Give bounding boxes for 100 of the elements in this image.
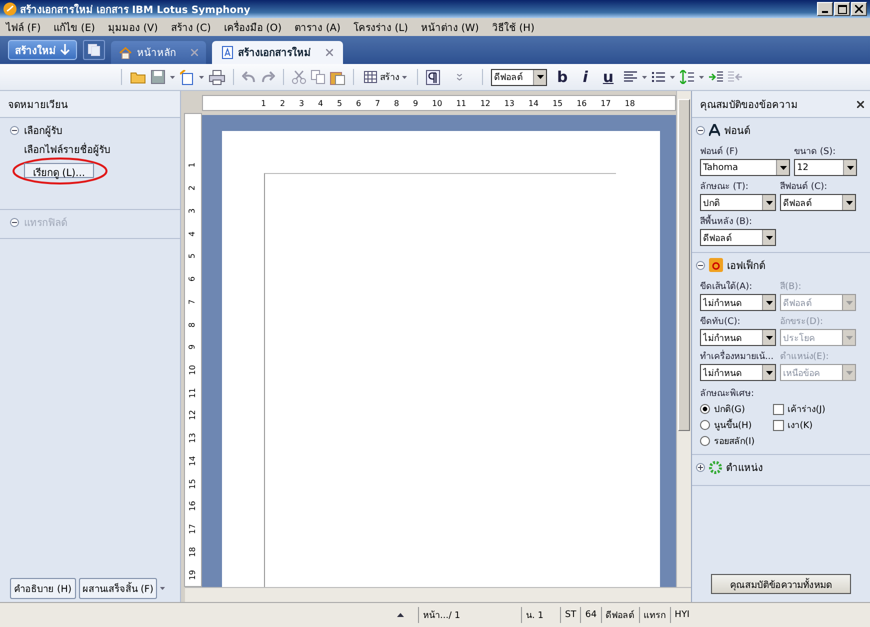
caret-icon[interactable] — [670, 76, 675, 78]
ruler-number: 15 — [552, 98, 563, 108]
ruler-number: 15 — [189, 478, 197, 489]
field-label: ลักษณะ (T): — [700, 181, 750, 193]
expander-icon[interactable] — [696, 462, 705, 472]
close-button[interactable] — [851, 2, 867, 16]
ruler-number: 6 — [356, 98, 362, 108]
vertical-scrollbar[interactable] — [676, 91, 691, 587]
format-button[interactable]: i — [578, 68, 593, 86]
dropdown[interactable]: Tahoma — [700, 159, 790, 176]
status-field: ดีฟอลต์ — [600, 607, 639, 623]
field-label: ทำเครื่องหมายเน้... — [700, 349, 776, 363]
menu-item[interactable]: โครงร่าง (L) — [354, 20, 408, 34]
checkbox[interactable]: เงา(K) — [772, 418, 826, 432]
ruler-number: 6 — [189, 276, 197, 282]
field-label: ขีดทับ(C): — [700, 316, 742, 328]
dropdown[interactable]: ดีฟอลต์ — [780, 194, 856, 211]
panel-title: คุณสมบัติของข้อความ — [700, 98, 798, 112]
menu-item[interactable]: ตาราง (A) — [294, 20, 341, 34]
ruler-number: 9 — [413, 98, 418, 108]
bullet-list-icon[interactable] — [652, 71, 665, 83]
menu-item[interactable]: สร้าง (C) — [170, 20, 211, 34]
ruler-number: 17 — [189, 524, 197, 534]
checkbox[interactable]: เค้าร่าง(J) — [772, 402, 826, 416]
caret-icon[interactable] — [698, 76, 704, 78]
caret-icon — [766, 336, 772, 340]
ruler-number: 12 — [189, 410, 197, 421]
panel-button[interactable]: ผสานเสร็จสิ้น (F) — [78, 578, 158, 599]
close-icon — [855, 5, 863, 13]
status-field: 64 — [580, 607, 601, 623]
expander-icon[interactable] — [696, 260, 705, 270]
copy-icon[interactable] — [311, 70, 325, 84]
radio-button[interactable]: ปกติ(G) — [700, 402, 755, 416]
save-icon[interactable] — [151, 70, 165, 84]
ruler-number: 1 — [189, 162, 197, 168]
ruler-number: 4 — [318, 98, 324, 108]
paste-icon[interactable] — [330, 70, 345, 84]
radio-button[interactable]: นูนขึ้น(H) — [700, 418, 755, 432]
radio-button[interactable]: รอยสลัก(I) — [700, 434, 755, 448]
status-field: น. 1 — [521, 607, 560, 623]
caret-icon — [780, 166, 786, 170]
field-label: สีฟอนต์ (C): — [780, 180, 828, 193]
caret-icon[interactable] — [170, 76, 175, 78]
panel-button[interactable]: คำอธิบาย (H) — [10, 578, 76, 599]
effects-icon — [709, 258, 723, 272]
caret-icon[interactable] — [642, 76, 647, 78]
undo-icon[interactable] — [242, 71, 256, 83]
status-field: แทรก — [638, 607, 670, 623]
caret-up-icon[interactable] — [397, 613, 404, 617]
scissors-icon[interactable] — [292, 70, 306, 84]
tab[interactable]: หน้าหลัก — [111, 41, 206, 64]
minimize-button[interactable] — [817, 2, 833, 16]
font-letter-icon — [709, 124, 720, 136]
tab[interactable]: สร้างเอกสารใหม่ — [212, 41, 343, 64]
menu-item[interactable]: เครื่องมือ (O) — [224, 20, 282, 34]
close-icon[interactable] — [857, 100, 864, 108]
dropdown[interactable]: 12 — [794, 159, 857, 176]
new-button[interactable]: สร้างใหม่ — [8, 40, 77, 60]
insert-table-button[interactable]: สร้าง — [362, 70, 409, 84]
expander-icon[interactable] — [10, 126, 19, 135]
ruler-number: 2 — [280, 98, 286, 108]
pages-button[interactable] — [83, 40, 105, 60]
field-label: อักขระ(D): — [780, 316, 824, 328]
maximize-button[interactable] — [834, 2, 850, 16]
menu-item[interactable]: แก้ไข (E) — [54, 20, 96, 34]
line-spacing-icon[interactable] — [680, 70, 694, 84]
edit-document-icon[interactable] — [180, 70, 194, 84]
redo-icon[interactable] — [261, 71, 275, 83]
down-arrow-icon — [60, 44, 70, 56]
menu-item[interactable]: วิธีใช้ (H) — [492, 20, 534, 34]
horizontal-scrollbar[interactable] — [185, 587, 691, 602]
caret-icon — [846, 370, 852, 374]
section-title: เลือกผู้รับ — [24, 124, 62, 138]
increase-indent-icon[interactable] — [708, 71, 723, 83]
expander-icon[interactable] — [696, 126, 705, 134]
open-folder-icon[interactable] — [130, 70, 146, 84]
field-label: ขนาด (S): — [794, 146, 837, 158]
pilcrow-icon[interactable] — [426, 70, 440, 84]
browse-button[interactable]: เรียกดู (L)... — [24, 163, 94, 178]
field-label: สีพื้นหลัง (B): — [700, 214, 776, 228]
caret-icon[interactable] — [160, 587, 166, 590]
dropdown[interactable]: ปกติ — [700, 194, 776, 211]
ruler-number: 18 — [189, 546, 197, 557]
field-label: ตำแหน่ง(E): — [780, 350, 830, 363]
chevron-icon[interactable] — [457, 74, 462, 80]
ruler-number: 16 — [189, 501, 197, 512]
print-icon[interactable] — [209, 70, 225, 84]
all-properties-button[interactable]: คุณสมบัติข้อความทั้งหมด — [711, 574, 851, 594]
align-left-icon[interactable] — [624, 71, 637, 83]
format-button[interactable]: u — [598, 68, 619, 86]
ruler-number: 13 — [189, 433, 197, 444]
caret-icon — [846, 166, 854, 170]
field-label: ลักษณะพิเศษ: — [699, 388, 756, 401]
paragraph-style-dropdown[interactable]: ดีฟอลต์ — [491, 68, 547, 86]
menu-item[interactable]: มุมมอง (V) — [108, 20, 158, 34]
menu-item[interactable]: หน้าต่าง (W) — [421, 20, 479, 34]
format-button[interactable]: b — [552, 68, 573, 86]
caret-icon[interactable] — [199, 76, 204, 78]
menu-item[interactable]: ไฟล์ (F) — [6, 20, 41, 34]
dropdown[interactable]: ดีฟอลต์ — [700, 229, 776, 246]
